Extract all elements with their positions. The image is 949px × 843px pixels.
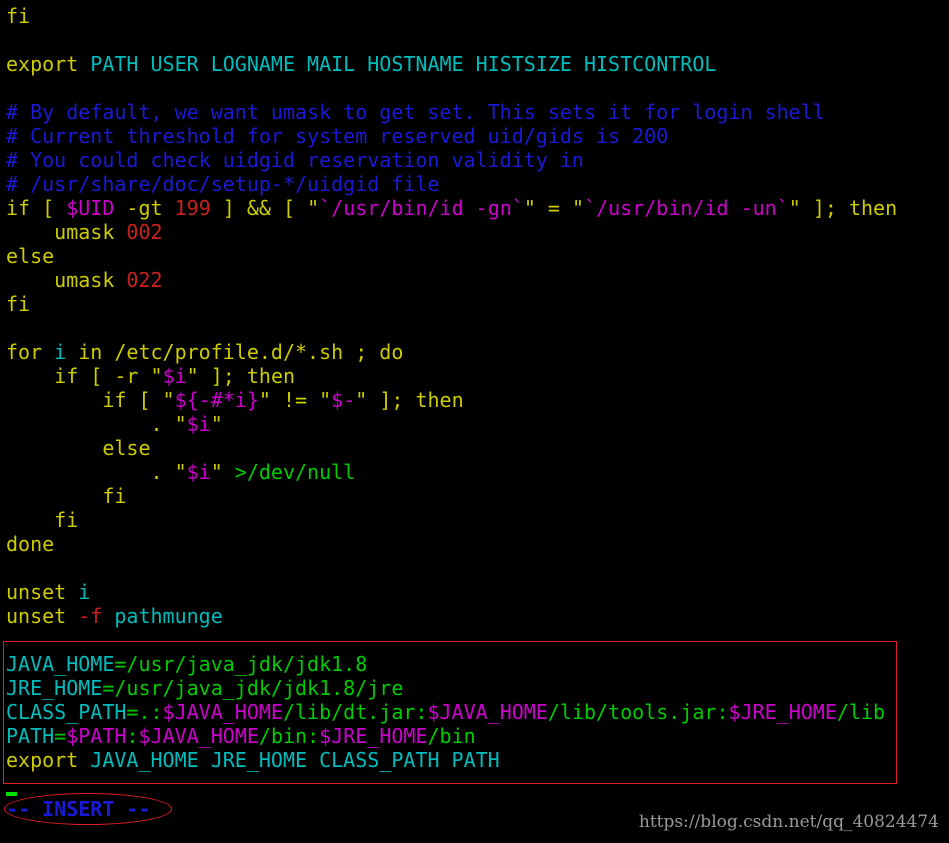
code-token: umask bbox=[6, 220, 127, 244]
code-token: $- bbox=[331, 388, 356, 412]
code-token: && bbox=[246, 196, 271, 220]
code-line[interactable]: done bbox=[6, 532, 946, 556]
code-token: unset bbox=[6, 580, 79, 604]
code-line[interactable]: if [ $UID -gt 199 ] && [ "`/usr/bin/id -… bbox=[6, 196, 946, 220]
code-token: umask bbox=[6, 268, 127, 292]
code-token: in /etc/profile.d/*.sh ; do bbox=[66, 340, 404, 364]
code-token: . bbox=[6, 460, 175, 484]
code-token: " bbox=[174, 460, 187, 484]
code-token: >/dev/null bbox=[222, 460, 356, 484]
code-token: if bbox=[6, 364, 91, 388]
text-cursor bbox=[6, 792, 17, 796]
code-line[interactable] bbox=[6, 76, 946, 100]
code-token: " bbox=[210, 412, 223, 436]
code-line[interactable] bbox=[6, 28, 946, 52]
code-token: [ bbox=[138, 388, 163, 412]
code-token: fi bbox=[6, 508, 79, 532]
code-line[interactable]: fi bbox=[6, 292, 946, 316]
code-token: 022 bbox=[126, 268, 163, 292]
code-token: != bbox=[270, 388, 320, 412]
code-token: fi bbox=[6, 484, 127, 508]
code-token: [ -r bbox=[90, 364, 151, 388]
code-token: 199 bbox=[174, 196, 211, 220]
code-token: " bbox=[523, 196, 536, 220]
code-token: " bbox=[307, 196, 320, 220]
code-token: fi bbox=[6, 292, 31, 316]
code-token: ]; then bbox=[800, 196, 898, 220]
code-line[interactable]: # /usr/share/doc/setup-*/uidgid file bbox=[6, 172, 946, 196]
code-token: [ bbox=[270, 196, 308, 220]
code-line[interactable]: fi bbox=[6, 508, 946, 532]
code-token: " bbox=[186, 364, 199, 388]
code-token: i bbox=[78, 580, 91, 604]
code-token: = bbox=[535, 196, 572, 220]
code-token: else bbox=[6, 436, 151, 460]
code-token: " bbox=[162, 388, 175, 412]
code-line[interactable]: for i in /etc/profile.d/*.sh ; do bbox=[6, 340, 946, 364]
code-token: PATH USER LOGNAME MAIL HOSTNAME HISTSIZE… bbox=[90, 52, 717, 76]
code-token: " bbox=[150, 364, 163, 388]
code-line[interactable]: # You could check uidgid reservation val… bbox=[6, 148, 946, 172]
code-token: fi bbox=[6, 4, 31, 28]
code-token: done bbox=[6, 532, 55, 556]
code-token: " bbox=[788, 196, 801, 220]
code-token: $i bbox=[186, 460, 211, 484]
code-line[interactable]: if [ "${-#*i}" != "$-" ]; then bbox=[6, 388, 946, 412]
code-token: `/usr/bin/id -un` bbox=[584, 196, 789, 220]
code-token: i bbox=[54, 340, 67, 364]
code-token: ${-#*i} bbox=[174, 388, 259, 412]
code-line[interactable]: unset -f pathmunge bbox=[6, 604, 946, 628]
code-line[interactable]: fi bbox=[6, 484, 946, 508]
code-line[interactable]: # By default, we want umask to get set. … bbox=[6, 100, 946, 124]
code-token: 002 bbox=[126, 220, 163, 244]
code-token: ]; then bbox=[198, 364, 296, 388]
watermark-text: https://blog.csdn.net/qq_40824474 bbox=[638, 812, 939, 832]
code-line[interactable]: else bbox=[6, 436, 946, 460]
code-token: if bbox=[6, 196, 43, 220]
code-token: # You could check uidgid reservation val… bbox=[6, 148, 584, 172]
code-token: $i bbox=[162, 364, 187, 388]
code-token: " bbox=[210, 460, 223, 484]
code-line[interactable]: . "$i" >/dev/null bbox=[6, 460, 946, 484]
code-line[interactable]: # Current threshold for system reserved … bbox=[6, 124, 946, 148]
code-token: export bbox=[6, 52, 91, 76]
code-token: $UID bbox=[66, 196, 115, 220]
code-line[interactable]: else bbox=[6, 244, 946, 268]
code-token: [ bbox=[42, 196, 67, 220]
code-token: if bbox=[6, 388, 139, 412]
code-token: # By default, we want umask to get set. … bbox=[6, 100, 825, 124]
code-token: ] bbox=[210, 196, 247, 220]
code-token: # /usr/share/doc/setup-*/uidgid file bbox=[6, 172, 440, 196]
code-token: ]; then bbox=[367, 388, 464, 412]
code-token: " bbox=[174, 412, 187, 436]
code-token: " bbox=[319, 388, 332, 412]
code-token: unset bbox=[6, 604, 79, 628]
code-token: " bbox=[572, 196, 585, 220]
code-token: else bbox=[6, 244, 55, 268]
code-line[interactable]: fi bbox=[6, 4, 946, 28]
code-token: -gt bbox=[114, 196, 175, 220]
code-token: " bbox=[355, 388, 368, 412]
code-token: for bbox=[6, 340, 55, 364]
code-line[interactable]: umask 022 bbox=[6, 268, 946, 292]
java-env-highlight-box bbox=[3, 641, 897, 784]
code-line[interactable]: if [ -r "$i" ]; then bbox=[6, 364, 946, 388]
code-line[interactable]: . "$i" bbox=[6, 412, 946, 436]
code-token: `/usr/bin/id -gn` bbox=[319, 196, 524, 220]
code-line[interactable]: unset i bbox=[6, 580, 946, 604]
code-token: pathmunge bbox=[102, 604, 223, 628]
code-line[interactable]: export PATH USER LOGNAME MAIL HOSTNAME H… bbox=[6, 52, 946, 76]
code-token: $i bbox=[186, 412, 211, 436]
code-line[interactable] bbox=[6, 316, 946, 340]
insert-mode-indicator: -- INSERT -- bbox=[6, 797, 151, 821]
code-line[interactable] bbox=[6, 556, 946, 580]
code-token: " bbox=[258, 388, 271, 412]
code-token: . bbox=[6, 412, 175, 436]
code-token: -f bbox=[78, 604, 103, 628]
code-line[interactable]: umask 002 bbox=[6, 220, 946, 244]
code-token: # Current threshold for system reserved … bbox=[6, 124, 669, 148]
